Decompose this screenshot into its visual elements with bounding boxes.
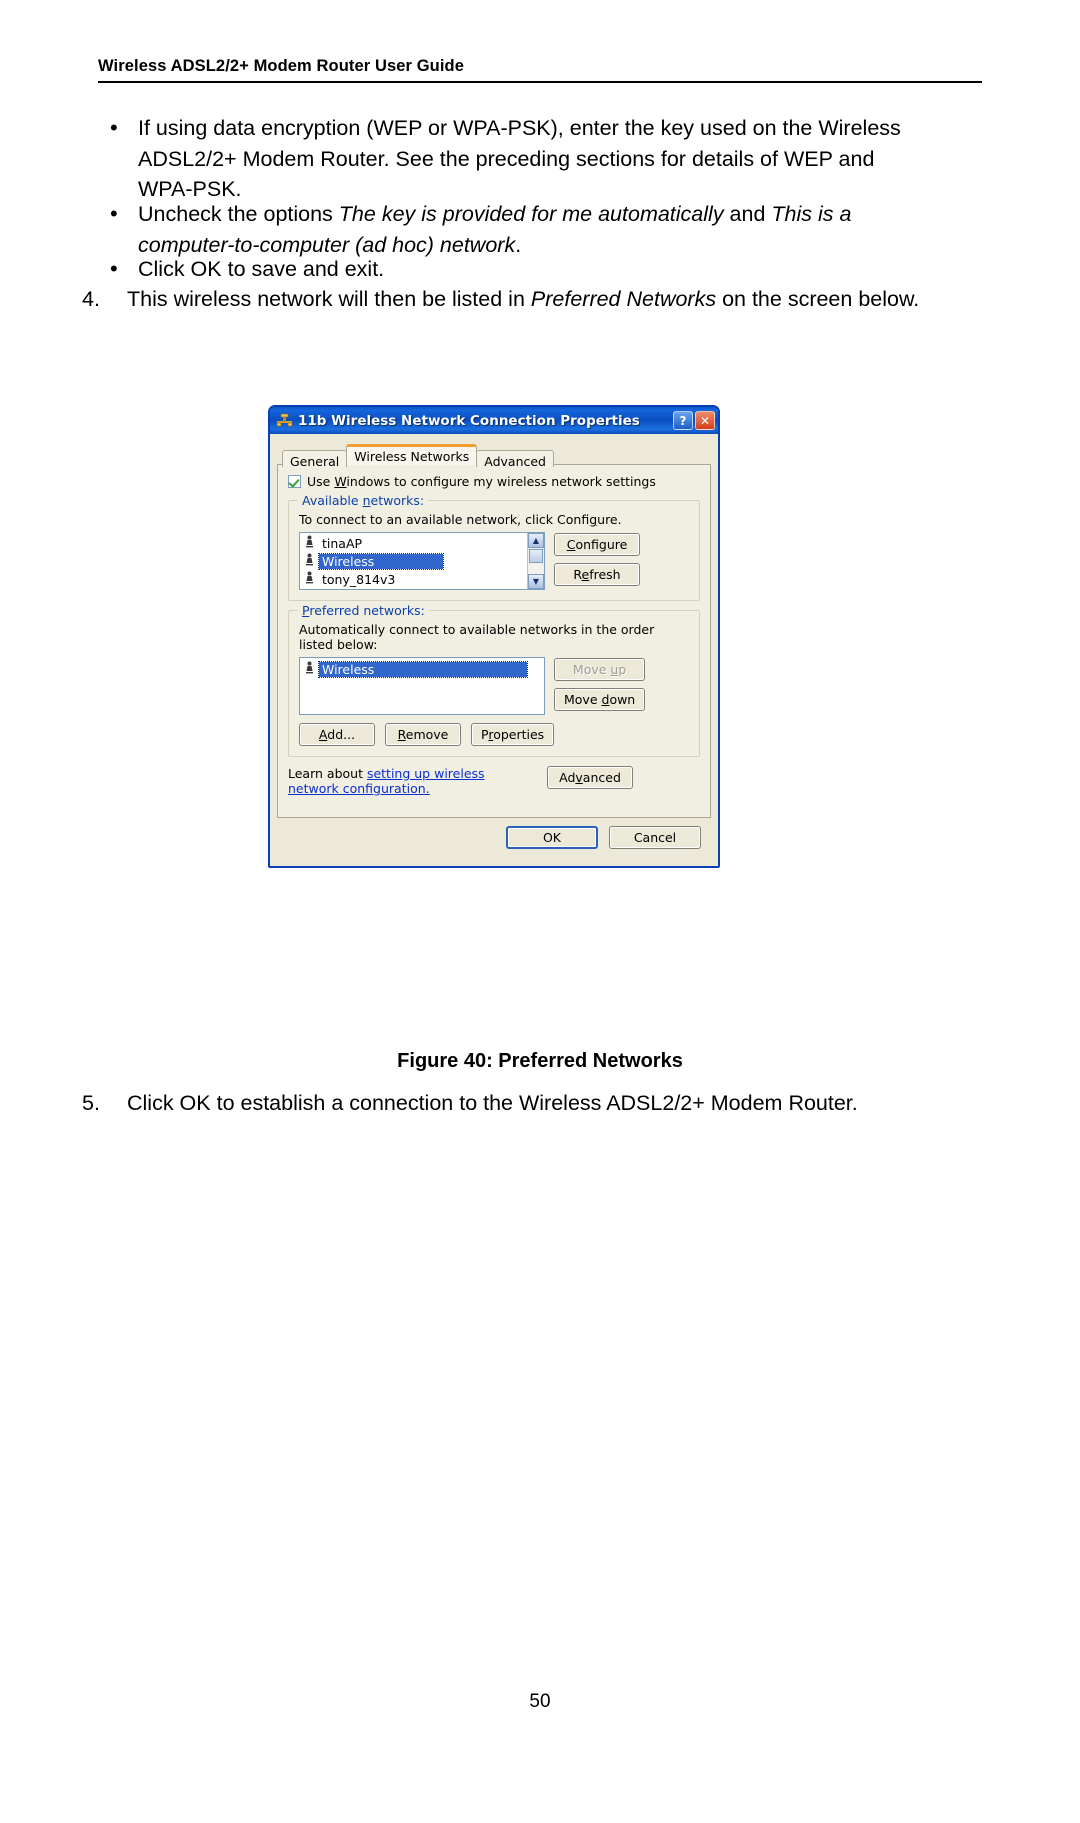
remove-button[interactable]: Remove [385,723,461,746]
preferred-networks-group: Preferred networks: Automatically connec… [288,603,700,757]
wireless-network-icon [305,661,319,677]
bullet-text-3: Click OK to save and exit. [138,257,385,281]
list-item-label: tony_814v3 [322,571,396,587]
wireless-networks-tab-panel: Use Windows to configure my wireless net… [277,464,711,818]
preferred-networks-order-buttons: Move up Move down [554,657,646,715]
scrollbar-track[interactable] [528,564,544,574]
advanced-button[interactable]: Advanced [547,766,633,789]
step-4-segment-1: This wireless network will then be liste… [127,287,531,311]
available-networks-scrollbar[interactable]: ▲ ▼ [527,533,544,589]
step-5-text: Click OK to establish a connection to th… [127,1091,858,1115]
list-item[interactable]: tony_814v3 [300,570,527,588]
available-networks-group-label: Available networks: [298,493,429,508]
move-down-button[interactable]: Move down [554,688,646,711]
bullet-item-2: • Uncheck the options The key is provide… [98,199,982,260]
document-page: Wireless ADSL2/2+ Modem Router User Guid… [0,0,1080,1823]
network-connection-icon [276,413,293,428]
list-item[interactable]: tinaAP [300,534,527,552]
use-windows-checkbox-label: Use Windows to configure my wireless net… [307,474,656,489]
scroll-up-icon[interactable]: ▲ [528,533,544,548]
dialog-titlebar[interactable]: 11b Wireless Network Connection Properti… [270,407,718,434]
bullet-text-1: If using data encryption (WEP or WPA-PSK… [138,113,928,205]
preferred-networks-action-buttons: Add... Remove Properties [299,723,689,746]
bullet-marker: • [110,115,118,140]
close-button[interactable]: ✕ [695,411,715,430]
running-header: Wireless ADSL2/2+ Modem Router User Guid… [98,57,464,75]
add-button[interactable]: Add... [299,723,375,746]
configure-button[interactable]: Configure [554,533,640,556]
step-5: 5. Click OK to establish a connection to… [82,1088,982,1119]
tab-advanced[interactable]: Advanced [476,450,554,469]
scroll-down-icon[interactable]: ▼ [528,574,544,589]
step-4-number: 4. [82,287,100,311]
step-4-segment-2: Preferred Networks [530,287,717,311]
header-rule [98,81,982,83]
preferred-networks-group-label: Preferred networks: [298,603,429,618]
preferred-networks-listbox[interactable]: Wireless [299,657,545,715]
tab-strip: General Wireless Networks Advanced [277,441,711,469]
step-5-number: 5. [82,1091,100,1115]
list-item[interactable]: Wireless [300,660,544,678]
list-item-label: Wireless [318,552,444,570]
page-number: 50 [529,1691,551,1712]
move-up-button[interactable]: Move up [554,658,646,681]
preferred-networks-description: Automatically connect to available netwo… [299,622,655,652]
dialog-title: 11b Wireless Network Connection Properti… [298,412,640,429]
step-4: 4. This wireless network will then be li… [82,284,982,315]
bullet-text-2: Uncheck the options The key is provided … [138,199,928,260]
cancel-button[interactable]: Cancel [609,826,701,849]
advanced-button-wrap: Advanced [547,766,633,789]
learn-about-row: Learn about setting up wireless network … [288,766,700,796]
available-networks-listbox[interactable]: tinaAP Wireless tony_814v3 ▲ ▼ [299,532,545,590]
wireless-network-icon [305,535,319,551]
available-networks-group: Available networks: To connect to an ava… [288,493,700,601]
bullet-2-segment-5: . [515,232,522,257]
wireless-network-icon [305,571,319,587]
bullet-marker: • [110,201,118,226]
tab-wireless-networks[interactable]: Wireless Networks [346,444,478,465]
learn-about-text: Learn about setting up wireless network … [288,766,485,796]
dialog-footer: OK Cancel [277,818,711,849]
available-networks-buttons: Configure Refresh [554,532,640,590]
bullet-2-segment-3: and [723,202,772,226]
refresh-button[interactable]: Refresh [554,563,640,586]
available-networks-description: To connect to an available network, clic… [299,512,622,527]
bullet-item-1: • If using data encryption (WEP or WPA-P… [98,113,982,205]
step-4-text: This wireless network will then be liste… [127,284,947,315]
use-windows-checkbox[interactable] [288,475,301,488]
ok-button[interactable]: OK [506,826,598,849]
use-windows-checkbox-row[interactable]: Use Windows to configure my wireless net… [288,474,700,489]
figure-caption: Figure 40: Preferred Networks [397,1050,683,1072]
bullet-1-segment-1: If using data encryption (WEP or WPA-PSK… [138,116,901,201]
wireless-network-icon [305,553,319,569]
bullet-2-segment-1: Uncheck the options [138,202,339,226]
bullet-2-segment-2: The key is provided for me automatically [338,202,724,226]
tab-general[interactable]: General [282,450,348,469]
help-button[interactable]: ? [673,411,693,430]
step-4-segment-3: on the screen below. [716,287,920,311]
properties-button[interactable]: Properties [471,723,555,746]
list-item-label: Wireless [318,660,528,678]
bullet-marker: • [110,256,118,281]
list-item-label: tinaAP [322,535,363,551]
list-item[interactable]: Wireless [300,552,527,570]
wireless-network-connection-properties-dialog: 11b Wireless Network Connection Properti… [268,405,720,868]
scrollbar-thumb[interactable] [529,549,543,563]
bullet-item-3: • Click OK to save and exit. [98,254,982,285]
